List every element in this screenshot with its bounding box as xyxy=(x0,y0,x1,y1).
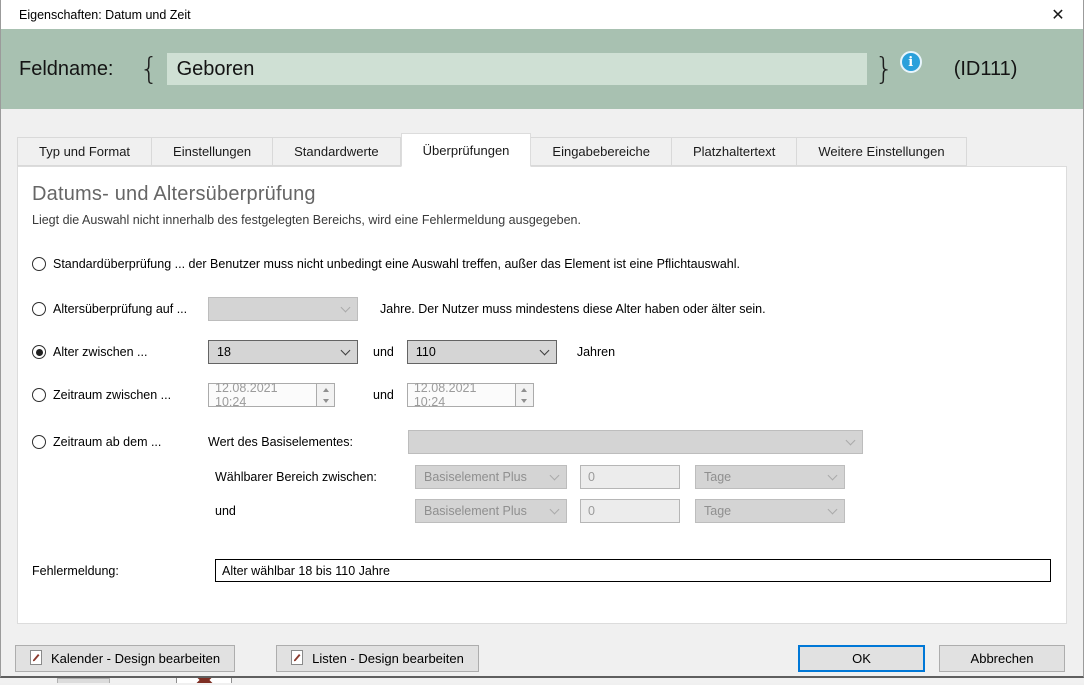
error-message-input[interactable] xyxy=(215,559,1051,582)
tab-einstellungen[interactable]: Einstellungen xyxy=(152,137,274,166)
chevron-down-icon xyxy=(549,504,560,514)
age-min-suffix: Jahre. Der Nutzer muss mindestens diese … xyxy=(380,302,766,316)
option-age-min-row: Altersüberprüfung auf ... Jahre. Der Nut… xyxy=(32,297,1066,321)
tab-eingabebereiche[interactable]: Eingabebereiche xyxy=(531,137,672,166)
base-element-dropdown xyxy=(408,430,863,454)
range-between-row: Wählbarer Bereich zwischen: Basiselement… xyxy=(215,465,1066,489)
red-x-icon xyxy=(185,678,223,683)
chevron-down-icon xyxy=(539,345,550,355)
age-to-dropdown[interactable]: 110 xyxy=(406,340,557,364)
field-header: Feldname: { } i (ID111) xyxy=(1,29,1083,109)
option-period-from-label[interactable]: Zeitraum ab dem ... xyxy=(53,435,161,449)
range-from-number-field: 0 xyxy=(580,465,680,489)
period-to-datetime: 12.08.2021 10:24 xyxy=(406,381,534,409)
age-from-value: 18 xyxy=(217,345,231,359)
spin-up-icon xyxy=(317,384,334,395)
open-brace: { xyxy=(139,51,159,87)
tab-standardwerte[interactable]: Standardwerte xyxy=(273,137,401,166)
range-und-label: und xyxy=(215,504,236,518)
fieldname-label: Feldname: xyxy=(19,57,114,80)
option-period-from-row: Zeitraum ab dem ... Wert des Basiselemen… xyxy=(32,430,1066,454)
option-age-between-label[interactable]: Alter zwischen ... xyxy=(53,345,147,359)
range-to-mode-value: Basiselement Plus xyxy=(424,504,527,518)
age-between-suffix: Jahren xyxy=(576,345,616,359)
range-from-mode-value: Basiselement Plus xyxy=(424,470,527,484)
tab-typ-und-format[interactable]: Typ und Format xyxy=(17,137,153,166)
close-icon[interactable]: ✕ xyxy=(1043,3,1073,27)
properties-dialog: Eigenschaften: Datum und Zeit ✕ Feldname… xyxy=(0,0,1084,678)
lists-design-button[interactable]: Listen - Design bearbeiten xyxy=(276,645,479,672)
chevron-down-icon xyxy=(827,504,838,514)
option-age-min-label[interactable]: Altersüberprüfung auf ... xyxy=(53,302,187,316)
background-element xyxy=(57,678,110,683)
option-standard-row: Standardüberprüfung ... der Benutzer mus… xyxy=(32,252,1066,276)
radio-period-between[interactable] xyxy=(32,388,46,402)
info-icon[interactable]: i xyxy=(899,51,922,73)
background-window-sliver xyxy=(0,678,1084,683)
edit-document-icon xyxy=(30,649,43,668)
option-period-between-label[interactable]: Zeitraum zwischen ... xyxy=(53,388,171,402)
age-between-und: und xyxy=(373,345,394,359)
radio-standard[interactable] xyxy=(32,257,46,271)
chevron-down-icon xyxy=(340,302,351,312)
range-from-unit-value: Tage xyxy=(704,470,732,484)
fieldname-input[interactable] xyxy=(166,53,867,85)
spinner-buttons xyxy=(316,384,334,406)
chevron-down-icon xyxy=(549,470,560,480)
validation-panel: Datums- und Altersüberprüfung Liegt die … xyxy=(17,166,1067,624)
range-to-number-field: 0 xyxy=(580,499,680,523)
panel-heading: Datums- und Altersüberprüfung xyxy=(32,183,316,205)
chevron-down-icon xyxy=(827,470,838,480)
lists-design-label: Listen - Design bearbeiten xyxy=(312,651,464,666)
age-from-dropdown[interactable]: 18 xyxy=(208,340,358,364)
age-min-dropdown xyxy=(208,297,358,321)
tab-bar: Typ und Format Einstellungen Standardwer… xyxy=(1,132,1083,167)
range-to-mode-dropdown: Basiselement Plus xyxy=(415,499,567,523)
title-bar: Eigenschaften: Datum und Zeit ✕ xyxy=(1,0,1083,29)
radio-age-between[interactable] xyxy=(32,345,46,359)
calendar-design-button[interactable]: Kalender - Design bearbeiten xyxy=(15,645,236,672)
chevron-down-icon xyxy=(845,435,856,445)
chevron-down-icon xyxy=(340,345,351,355)
range-und-row: und Basiselement Plus 0 Tage xyxy=(215,499,1066,523)
range-between-label: Wählbarer Bereich zwischen: xyxy=(215,470,377,484)
radio-age-min[interactable] xyxy=(32,302,46,316)
cancel-button[interactable]: Abbrechen xyxy=(939,645,1065,672)
period-from-value: 12.08.2021 10:24 xyxy=(215,381,278,409)
period-from-datetime: 12.08.2021 10:24 xyxy=(208,381,335,409)
ok-button[interactable]: OK xyxy=(798,645,925,672)
range-to-unit-value: Tage xyxy=(704,504,732,518)
footer-bar: Kalender - Design bearbeiten Listen - De… xyxy=(1,645,1083,672)
spinner-buttons xyxy=(514,384,533,406)
option-period-between-row: Zeitraum zwischen ... 12.08.2021 10:24 u… xyxy=(32,381,1066,409)
spin-down-icon xyxy=(317,395,334,406)
window-title: Eigenschaften: Datum und Zeit xyxy=(19,7,191,22)
option-age-between-row: Alter zwischen ... 18 und 110 Jahren xyxy=(32,340,1066,364)
option-standard-label[interactable]: Standardüberprüfung ... der Benutzer mus… xyxy=(53,257,740,271)
panel-description: Liegt die Auswahl nicht innerhalb des fe… xyxy=(32,213,581,227)
range-to-unit-dropdown: Tage xyxy=(695,499,845,523)
range-from-unit-dropdown: Tage xyxy=(695,465,845,489)
background-cell xyxy=(176,678,232,683)
tab-weitere-einstellungen[interactable]: Weitere Einstellungen xyxy=(797,137,967,166)
spin-down-icon xyxy=(516,395,533,406)
tab-ueberpruefungen[interactable]: Überprüfungen xyxy=(400,133,532,167)
range-from-mode-dropdown: Basiselement Plus xyxy=(415,465,567,489)
close-brace: } xyxy=(874,51,894,87)
tab-platzhaltertext[interactable]: Platzhaltertext xyxy=(671,137,798,166)
error-message-label: Fehlermeldung: xyxy=(32,563,119,578)
calendar-design-label: Kalender - Design bearbeiten xyxy=(51,651,221,666)
period-between-und: und xyxy=(373,388,394,402)
base-element-label: Wert des Basiselementes: xyxy=(208,435,353,449)
period-to-value: 12.08.2021 10:24 xyxy=(413,381,477,409)
error-message-row: Fehlermeldung: xyxy=(32,559,1066,582)
age-to-value: 110 xyxy=(415,345,436,359)
spin-up-icon xyxy=(516,384,533,395)
edit-document-icon xyxy=(291,649,304,668)
field-id: (ID111) xyxy=(953,57,1018,80)
radio-period-from[interactable] xyxy=(32,435,46,449)
